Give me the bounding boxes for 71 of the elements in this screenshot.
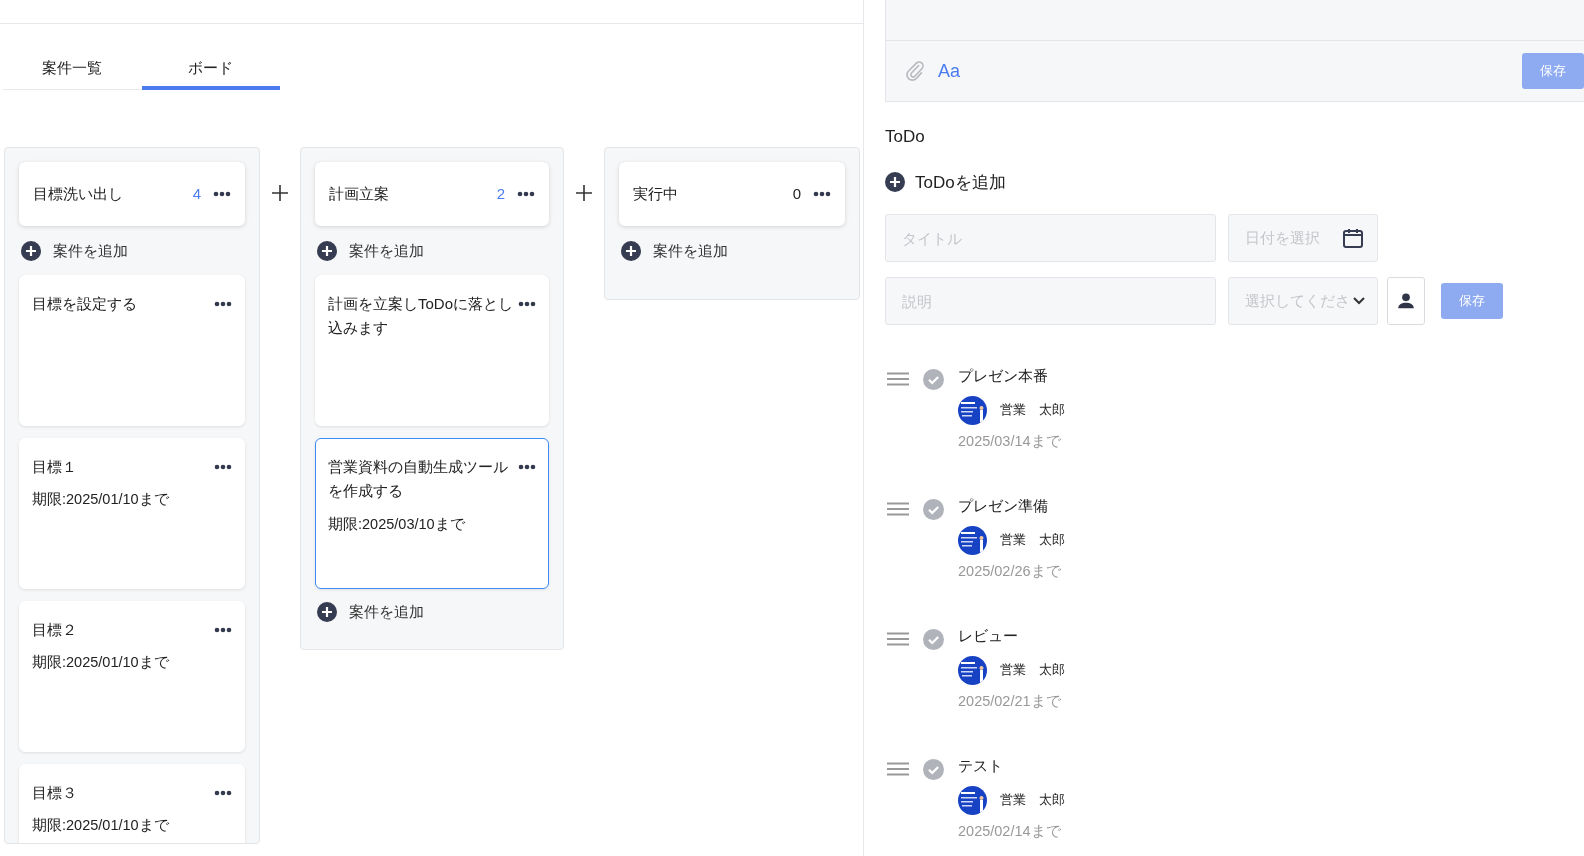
column-title: 計画立案: [329, 183, 390, 204]
format-button[interactable]: Aa: [938, 57, 961, 85]
assignee-name: 営業 太郎: [1000, 661, 1065, 680]
task-card[interactable]: 目標を設定する: [19, 274, 245, 426]
more-icon[interactable]: [813, 191, 831, 197]
todo-title: レビュー: [958, 626, 1019, 646]
due-date: 2025/02/14まで: [958, 821, 1062, 841]
plus-icon: [621, 241, 641, 262]
section-title: ToDo: [885, 126, 926, 148]
card-title: 目標２: [32, 619, 78, 640]
assignee-name: 営業 太郎: [1000, 531, 1065, 550]
assignee-name: 営業 太郎: [1000, 401, 1065, 420]
card-count: 0: [792, 183, 801, 204]
more-icon[interactable]: [214, 789, 232, 796]
due-date: 2025/03/14まで: [958, 431, 1062, 451]
card-count: 2: [496, 183, 505, 204]
task-card[interactable]: 目標２ 期限:2025/01/10まで: [19, 600, 245, 752]
chevron-down-icon: [1353, 297, 1365, 305]
calendar-icon: [1341, 226, 1365, 250]
due-date: 2025/02/21まで: [958, 691, 1062, 711]
task-card[interactable]: 目標３ 期限:2025/01/10まで: [19, 763, 245, 843]
card-title: 営業資料の自動生成ツールを作成する: [328, 456, 509, 502]
card-title: 目標を設定する: [32, 293, 138, 314]
due-date: 期限:2025/01/10まで: [32, 490, 170, 510]
more-icon[interactable]: [517, 191, 535, 197]
plus-icon: [317, 601, 337, 622]
assignee-name: 営業 太郎: [1000, 791, 1065, 810]
add-card-button[interactable]: 案件を追加: [317, 600, 424, 623]
tab[interactable]: 案件一覧: [3, 50, 142, 90]
paperclip-icon[interactable]: [904, 60, 926, 82]
task-card[interactable]: 計画を立案しToDoに落とし込みます: [315, 274, 549, 426]
add-todo-button[interactable]: ToDoを追加: [885, 169, 1006, 195]
todo-title: プレゼン準備: [958, 496, 1049, 516]
column-title: 目標洗い出し: [33, 183, 124, 204]
plus-icon[interactable]: [576, 185, 592, 201]
todo-title: プレゼン本番: [958, 366, 1049, 386]
check-icon[interactable]: [923, 759, 944, 780]
task-card[interactable]: 目標１ 期限:2025/01/10まで: [19, 437, 245, 589]
due-date: 期限:2025/01/10まで: [32, 816, 170, 836]
drag-handle-icon[interactable]: [887, 502, 909, 516]
todo-title: テスト: [958, 756, 1004, 776]
add-card-button[interactable]: 案件を追加: [317, 240, 424, 263]
card-title: 目標１: [32, 456, 78, 477]
add-card-button[interactable]: 案件を追加: [621, 240, 728, 263]
more-icon[interactable]: [214, 300, 232, 307]
task-card[interactable]: 営業資料の自動生成ツールを作成する 期限:2025/03/10まで: [315, 437, 549, 589]
card-title: 計画を立案しToDoに落とし込みます: [328, 293, 514, 339]
drag-handle-icon[interactable]: [887, 762, 909, 776]
drag-handle-icon[interactable]: [887, 632, 909, 646]
check-icon[interactable]: [923, 369, 944, 390]
card-title: 目標３: [32, 782, 78, 803]
more-icon[interactable]: [518, 300, 536, 307]
plus-icon: [21, 241, 41, 262]
assignee-button[interactable]: [1387, 277, 1425, 325]
more-icon[interactable]: [213, 191, 231, 197]
column-title: 実行中: [633, 183, 679, 204]
card-count: 4: [192, 183, 201, 204]
tab[interactable]: ボード: [141, 50, 280, 90]
add-card-button[interactable]: 案件を追加: [21, 240, 128, 263]
plus-icon[interactable]: [272, 185, 288, 201]
more-icon[interactable]: [214, 626, 232, 633]
due-date: 期限:2025/01/10まで: [32, 653, 170, 673]
more-icon[interactable]: [518, 463, 536, 470]
more-icon[interactable]: [214, 463, 232, 470]
plus-icon: [317, 241, 337, 262]
check-icon[interactable]: [923, 499, 944, 520]
due-date: 期限:2025/03/10まで: [328, 515, 466, 534]
due-date: 2025/02/26まで: [958, 561, 1062, 581]
plus-icon: [885, 172, 905, 193]
drag-handle-icon[interactable]: [887, 372, 909, 386]
check-icon[interactable]: [923, 629, 944, 650]
